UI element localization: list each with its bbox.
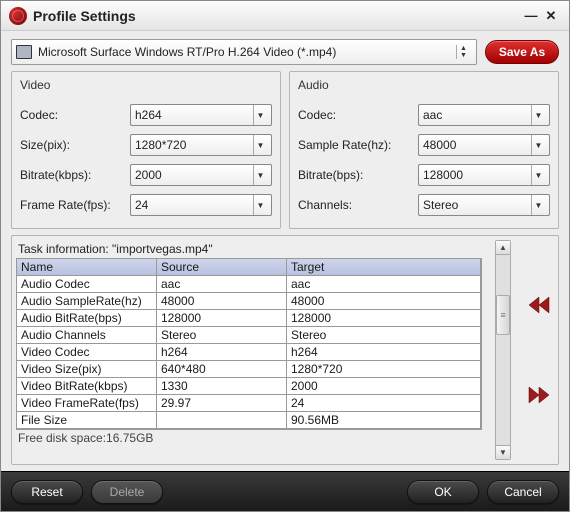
cell-name: Video FrameRate(fps) bbox=[17, 395, 157, 412]
audio-group-title: Audio bbox=[298, 78, 550, 92]
app-icon bbox=[9, 7, 27, 25]
cell-target: 90.56MB bbox=[287, 412, 481, 429]
prev-task-button[interactable] bbox=[527, 295, 551, 315]
task-table: Name Source Target Audio CodecaacaacAudi… bbox=[16, 258, 482, 430]
reset-button[interactable]: Reset bbox=[11, 480, 83, 504]
titlebar: Profile Settings — ✕ bbox=[1, 1, 569, 31]
col-header-name[interactable]: Name bbox=[17, 259, 157, 276]
audio-bitrate-select[interactable]: 128000 ▼ bbox=[418, 164, 550, 186]
cell-target: h264 bbox=[287, 344, 481, 361]
video-group: Video Codec: h264 ▼ Size(pix): 1280*720 … bbox=[11, 71, 281, 229]
video-framerate-select[interactable]: 24 ▼ bbox=[130, 194, 272, 216]
video-codec-label: Codec: bbox=[20, 108, 130, 122]
cell-target: 48000 bbox=[287, 293, 481, 310]
audio-channels-label: Channels: bbox=[298, 198, 418, 212]
video-bitrate-label: Bitrate(kbps): bbox=[20, 168, 130, 182]
chevron-down-icon: ▼ bbox=[531, 135, 545, 155]
col-header-target[interactable]: Target bbox=[287, 259, 481, 276]
task-info-block: Task information: "importvegas.mp4" Name… bbox=[11, 235, 559, 465]
cell-source: 1330 bbox=[157, 378, 287, 395]
profile-row: Microsoft Surface Windows RT/Pro H.264 V… bbox=[11, 39, 559, 65]
scroll-down-button[interactable]: ▼ bbox=[496, 445, 510, 459]
scroll-up-button[interactable]: ▲ bbox=[496, 241, 510, 255]
device-icon bbox=[16, 45, 32, 59]
cell-name: File Size bbox=[17, 412, 157, 429]
cell-name: Audio BitRate(bps) bbox=[17, 310, 157, 327]
table-row[interactable]: Video Codech264h264 bbox=[17, 344, 481, 361]
delete-button[interactable]: Delete bbox=[91, 480, 163, 504]
video-bitrate-select[interactable]: 2000 ▼ bbox=[130, 164, 272, 186]
audio-codec-select[interactable]: aac ▼ bbox=[418, 104, 550, 126]
cancel-button[interactable]: Cancel bbox=[487, 480, 559, 504]
table-row[interactable]: Audio SampleRate(hz)4800048000 bbox=[17, 293, 481, 310]
cell-source: aac bbox=[157, 276, 287, 293]
chevron-down-icon: ▼ bbox=[531, 195, 545, 215]
cell-target: Stereo bbox=[287, 327, 481, 344]
audio-samplerate-select[interactable]: 48000 ▼ bbox=[418, 134, 550, 156]
av-settings-row: Video Codec: h264 ▼ Size(pix): 1280*720 … bbox=[11, 71, 559, 229]
task-info-label: Task information: "importvegas.mp4" bbox=[18, 242, 482, 256]
profile-settings-window: Profile Settings — ✕ Microsoft Surface W… bbox=[0, 0, 570, 512]
cell-name: Video Size(pix) bbox=[17, 361, 157, 378]
table-row[interactable]: Video FrameRate(fps)29.9724 bbox=[17, 395, 481, 412]
table-header-row: Name Source Target bbox=[17, 259, 481, 276]
cell-name: Audio Codec bbox=[17, 276, 157, 293]
minimize-button[interactable]: — bbox=[521, 6, 541, 26]
audio-samplerate-label: Sample Rate(hz): bbox=[298, 138, 418, 152]
table-row[interactable]: File Size 90.56MB bbox=[17, 412, 481, 429]
video-size-select[interactable]: 1280*720 ▼ bbox=[130, 134, 272, 156]
profile-select[interactable]: Microsoft Surface Windows RT/Pro H.264 V… bbox=[11, 39, 477, 65]
cell-target: aac bbox=[287, 276, 481, 293]
cell-name: Video Codec bbox=[17, 344, 157, 361]
footer-bar: Reset Delete OK Cancel bbox=[1, 471, 569, 511]
save-as-button[interactable]: Save As bbox=[485, 40, 559, 64]
cell-source: 640*480 bbox=[157, 361, 287, 378]
audio-bitrate-label: Bitrate(bps): bbox=[298, 168, 418, 182]
chevron-down-icon: ▼ bbox=[531, 165, 545, 185]
window-title: Profile Settings bbox=[33, 8, 521, 24]
profile-selected-label: Microsoft Surface Windows RT/Pro H.264 V… bbox=[38, 45, 456, 59]
audio-codec-label: Codec: bbox=[298, 108, 418, 122]
task-vertical-scrollbar[interactable]: ▲ ▼ bbox=[495, 240, 511, 460]
chevron-down-icon: ▼ bbox=[253, 105, 267, 125]
audio-group: Audio Codec: aac ▼ Sample Rate(hz): 4800… bbox=[289, 71, 559, 229]
chevron-down-icon: ▼ bbox=[253, 195, 267, 215]
cell-source: 48000 bbox=[157, 293, 287, 310]
ok-button[interactable]: OK bbox=[407, 480, 479, 504]
chevron-down-icon: ▼ bbox=[253, 135, 267, 155]
next-task-button[interactable] bbox=[527, 385, 551, 405]
close-button[interactable]: ✕ bbox=[541, 6, 561, 26]
table-row[interactable]: Video BitRate(kbps)13302000 bbox=[17, 378, 481, 395]
col-header-source[interactable]: Source bbox=[157, 259, 287, 276]
table-row[interactable]: Audio ChannelsStereoStereo bbox=[17, 327, 481, 344]
table-row[interactable]: Audio BitRate(bps)128000128000 bbox=[17, 310, 481, 327]
profile-spin-buttons[interactable]: ▲▼ bbox=[456, 45, 472, 59]
chevron-down-icon: ▼ bbox=[253, 165, 267, 185]
video-size-label: Size(pix): bbox=[20, 138, 130, 152]
chevron-down-icon: ▼ bbox=[531, 105, 545, 125]
audio-channels-select[interactable]: Stereo ▼ bbox=[418, 194, 550, 216]
cell-name: Audio Channels bbox=[17, 327, 157, 344]
video-codec-select[interactable]: h264 ▼ bbox=[130, 104, 272, 126]
cell-target: 24 bbox=[287, 395, 481, 412]
video-framerate-label: Frame Rate(fps): bbox=[20, 198, 130, 212]
cell-source: 29.97 bbox=[157, 395, 287, 412]
scroll-thumb[interactable] bbox=[496, 295, 510, 335]
table-row[interactable]: Video Size(pix)640*4801280*720 bbox=[17, 361, 481, 378]
cell-source: Stereo bbox=[157, 327, 287, 344]
cell-target: 128000 bbox=[287, 310, 481, 327]
cell-target: 1280*720 bbox=[287, 361, 481, 378]
free-disk-label: Free disk space:16.75GB bbox=[18, 431, 482, 445]
cell-name: Audio SampleRate(hz) bbox=[17, 293, 157, 310]
content-area: Microsoft Surface Windows RT/Pro H.264 V… bbox=[1, 31, 569, 471]
cell-source: h264 bbox=[157, 344, 287, 361]
table-row[interactable]: Audio Codecaacaac bbox=[17, 276, 481, 293]
cell-name: Video BitRate(kbps) bbox=[17, 378, 157, 395]
cell-target: 2000 bbox=[287, 378, 481, 395]
cell-source bbox=[157, 412, 287, 429]
video-group-title: Video bbox=[20, 78, 272, 92]
cell-source: 128000 bbox=[157, 310, 287, 327]
